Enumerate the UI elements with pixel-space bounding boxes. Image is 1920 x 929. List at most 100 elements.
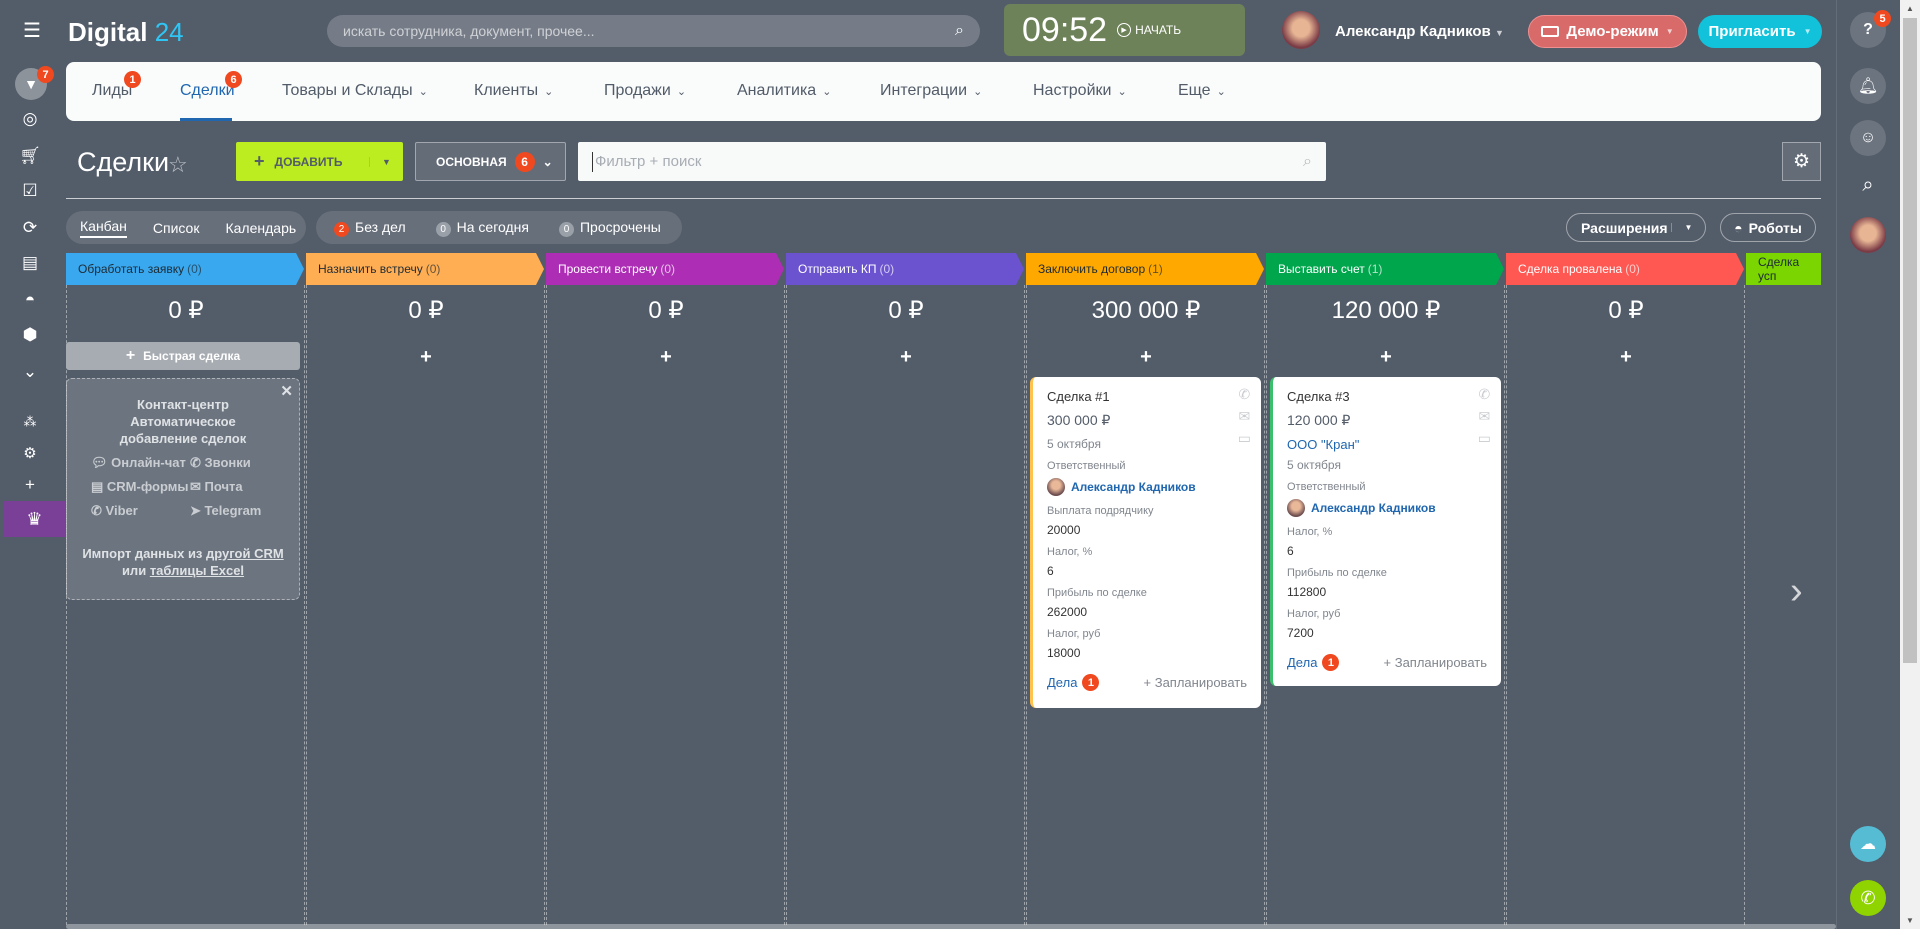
column-header[interactable]: Сделка провалена (0) — [1506, 253, 1744, 285]
column-header[interactable]: Выставить счет (1) — [1266, 253, 1504, 285]
nav-settings[interactable]: Настройки ⌄ — [1033, 82, 1127, 100]
mail-icon[interactable]: ✉ — [1478, 405, 1491, 427]
robot-icon[interactable]: ◓ — [15, 285, 45, 315]
deal-card[interactable]: ✆ ✉ ▭ Сделка #1 300 000 ₽ 5 октября Ответс… — [1030, 377, 1261, 708]
add-deal-button[interactable]: + ДОБАВИТЬ ▼ — [236, 142, 403, 181]
nav-analytics[interactable]: Аналитика ⌄ — [737, 82, 831, 100]
extensions-button[interactable]: Расширения ▼ — [1566, 213, 1706, 242]
scroll-right-arrow[interactable]: › — [1790, 570, 1803, 613]
search-icon[interactable]: ⌕ — [1303, 153, 1312, 171]
add-dropdown-caret[interactable]: ▼ — [369, 156, 403, 167]
add-deal-plus-icon[interactable]: + — [306, 346, 546, 369]
column-header[interactable]: Назначить встречу (0) — [306, 253, 544, 285]
demo-mode-button[interactable]: Демо-режим ▼ — [1528, 15, 1687, 48]
user-avatar[interactable] — [1282, 11, 1320, 49]
mail-icon[interactable]: ✉ — [1238, 405, 1251, 427]
tasks-link[interactable]: Дела — [1047, 675, 1077, 690]
robots-button[interactable]: ◓ Роботы — [1720, 213, 1816, 242]
invite-button[interactable]: Пригласить ▼ — [1698, 15, 1822, 48]
phone-icon[interactable]: ✆ — [1238, 383, 1251, 405]
user-avatar-small[interactable] — [1850, 217, 1886, 253]
deal-title[interactable]: Сделка #3 — [1287, 389, 1487, 404]
channel-telegram[interactable]: ➤ Telegram — [190, 503, 289, 519]
time-widget[interactable]: 09:52 ▶ НАЧАТЬ — [1004, 4, 1245, 56]
caret-down-icon: ▼ — [1803, 27, 1812, 36]
gear-icon[interactable]: ⚙ — [15, 438, 45, 468]
view-calendar[interactable]: Календарь — [225, 220, 296, 236]
view-kanban[interactable]: Канбан — [80, 218, 127, 238]
more-chevron-icon[interactable]: ⌄ — [15, 357, 45, 387]
user-menu[interactable]: Александр Кадников ▼ — [1335, 23, 1504, 40]
filter-search-input[interactable]: Фильтр + поиск ⌕ — [578, 142, 1326, 181]
channel-calls[interactable]: ✆ Звонки — [190, 455, 289, 471]
channel-crm-forms[interactable]: ▤ CRM-формы — [91, 479, 190, 495]
contact-card-icon[interactable]: ▤ — [15, 248, 45, 278]
structure-icon[interactable]: ⁂ — [15, 407, 45, 437]
scrollbar-thumb[interactable] — [1903, 18, 1917, 663]
channel-online-chat[interactable]: 💬︎ Онлайн-чат — [91, 455, 190, 471]
filter-preset-button[interactable]: ОСНОВНАЯ 6 ⌄ — [415, 142, 566, 181]
scroll-up-icon[interactable]: ▲ — [1900, 0, 1920, 13]
cloud-phone-icon[interactable]: ☁ — [1850, 826, 1886, 862]
leads-badge: 1 — [124, 71, 141, 88]
comment-icon[interactable]: ▭ — [1478, 427, 1491, 449]
phone-call-icon[interactable]: ✆ — [1850, 880, 1886, 916]
cart-icon[interactable]: 🛒︎ — [15, 141, 45, 171]
counter-no-tasks[interactable]: 2 Без дел — [334, 219, 406, 237]
search-input[interactable]: искать сотрудника, документ, прочее... — [343, 23, 955, 39]
nav-sales[interactable]: Продажи ⌄ — [604, 82, 686, 100]
search-icon[interactable]: ⌕ — [955, 22, 964, 40]
global-search[interactable]: искать сотрудника, документ, прочее... ⌕ — [327, 15, 980, 47]
nav-clients[interactable]: Клиенты ⌄ — [474, 82, 553, 100]
settings-gear-button[interactable]: ⚙ — [1782, 142, 1821, 181]
horizontal-scrollbar[interactable] — [66, 924, 1836, 929]
favorite-star-icon[interactable]: ☆ — [168, 152, 188, 178]
phone-icon[interactable]: ✆ — [1478, 383, 1491, 405]
crown-icon[interactable]: ♛ — [3, 501, 66, 537]
column-header[interactable]: Провести встречу (0) — [546, 253, 784, 285]
quick-deal-button[interactable]: + Быстрая сделка — [66, 342, 300, 370]
column-header[interactable]: Заключить договор (1) — [1026, 253, 1264, 285]
plan-activity-link[interactable]: + Запланировать — [1384, 655, 1487, 670]
add-deal-plus-icon[interactable]: + — [1266, 346, 1506, 369]
close-icon[interactable]: ✕ — [280, 382, 293, 400]
add-deal-plus-icon[interactable]: + — [786, 346, 1026, 369]
scroll-down-icon[interactable]: ▼ — [1900, 916, 1920, 925]
tasks-link[interactable]: Дела — [1287, 655, 1317, 670]
logo[interactable]: Digital 24 — [68, 17, 184, 48]
channel-viber[interactable]: ✆ Viber — [91, 503, 190, 519]
nav-more[interactable]: Еще ⌄ — [1178, 82, 1226, 100]
channel-mail[interactable]: ✉ Почта — [190, 479, 289, 495]
responsible-user[interactable]: Александр Кадников — [1287, 499, 1487, 517]
import-other-crm-link[interactable]: другой CRM — [206, 546, 284, 561]
start-workday-button[interactable]: НАЧАТЬ — [1135, 23, 1181, 37]
deal-title[interactable]: Сделка #1 — [1047, 389, 1247, 404]
view-list[interactable]: Список — [153, 220, 200, 236]
column-header[interactable]: Отправить КП (0) — [786, 253, 1024, 285]
vertical-scrollbar[interactable]: ▲ ▼ — [1900, 0, 1920, 929]
counter-today[interactable]: 0 На сегодня — [435, 219, 529, 237]
box-icon[interactable]: ⬢ — [15, 320, 45, 350]
add-deal-plus-icon[interactable]: + — [546, 346, 786, 369]
sites-icon[interactable]: ⟳ — [15, 213, 45, 243]
deal-card[interactable]: ✆ ✉ ▭ Сделка #3 120 000 ₽ ООО "Кран" 5 окт… — [1270, 377, 1501, 686]
plan-activity-link[interactable]: + Запланировать — [1144, 675, 1247, 690]
chat-icon[interactable]: ☺ — [1850, 120, 1886, 156]
plus-icon[interactable]: + — [15, 470, 45, 500]
comment-icon[interactable]: ▭ — [1238, 427, 1251, 449]
nav-integrations[interactable]: Интеграции ⌄ — [880, 82, 982, 100]
column-header[interactable]: Сделка усп — [1746, 253, 1821, 285]
responsible-user[interactable]: Александр Кадников — [1047, 478, 1247, 496]
menu-icon[interactable]: ☰ — [20, 18, 44, 42]
add-deal-plus-icon[interactable]: + — [1506, 346, 1746, 369]
search-icon[interactable]: ⌕ — [1850, 167, 1886, 203]
nav-products[interactable]: Товары и Склады ⌄ — [282, 82, 428, 100]
target-icon[interactable]: ◎ — [15, 104, 45, 134]
column-header[interactable]: Обработать заявку (0) — [66, 253, 304, 285]
tasks-icon[interactable]: ☑ — [15, 176, 45, 206]
add-deal-plus-icon[interactable]: + — [1026, 346, 1266, 369]
bell-icon[interactable]: 🔔︎ — [1850, 68, 1886, 104]
import-excel-link[interactable]: таблицы Excel — [150, 563, 244, 578]
counter-overdue[interactable]: 0 Просрочены — [558, 219, 661, 237]
company-link[interactable]: ООО "Кран" — [1287, 437, 1487, 452]
